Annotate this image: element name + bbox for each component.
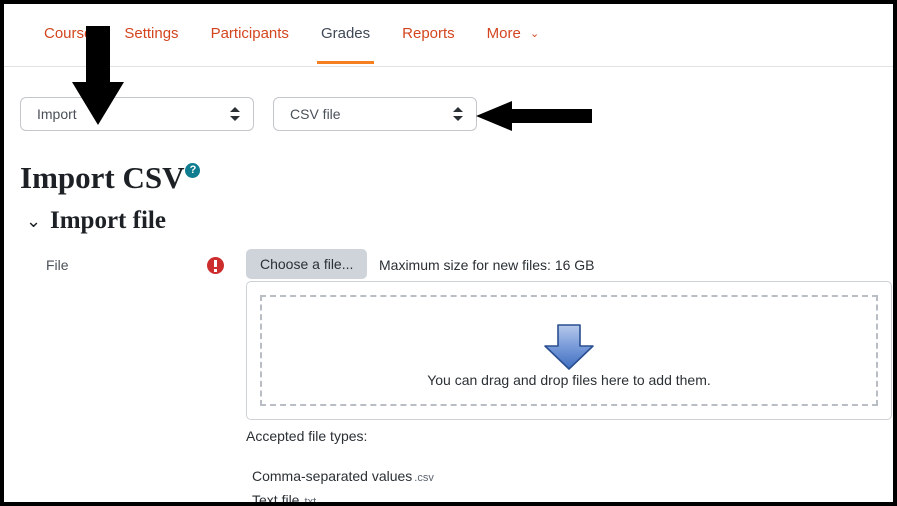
- import-method-select[interactable]: CSV file: [273, 97, 477, 131]
- file-field-label: File: [46, 257, 69, 273]
- help-icon[interactable]: ?: [185, 163, 201, 178]
- import-method-select-value: CSV file: [290, 106, 341, 122]
- accepted-file-types-heading: Accepted file types:: [246, 428, 368, 444]
- page-title-text: Import CSV: [20, 160, 185, 195]
- file-drop-zone[interactable]: You can drag and drop files here to add …: [246, 281, 892, 420]
- page-title: Import CSV?: [20, 159, 201, 197]
- sort-updown-icon: [453, 106, 463, 122]
- choose-a-file-button[interactable]: Choose a file...: [246, 249, 368, 279]
- annotation-arrow-left: [474, 100, 594, 132]
- course-nav-bar: Course Settings Participants Grades Repo…: [4, 4, 893, 67]
- list-item: Text file .txt: [252, 489, 434, 506]
- file-type-name: Comma-separated values: [252, 468, 413, 484]
- tab-participants-label: Participants: [210, 25, 289, 42]
- required-field-icon: [207, 257, 224, 274]
- action-select-value: Import: [37, 106, 77, 122]
- section-header-import-file[interactable]: ⌄ Import file: [26, 206, 166, 236]
- tab-settings-label: Settings: [124, 25, 179, 42]
- tab-grades-label: Grades: [320, 25, 371, 42]
- sort-updown-icon: [230, 106, 240, 122]
- tab-more-label: More: [486, 25, 521, 42]
- selector-row: Import CSV file: [4, 67, 893, 149]
- file-type-extension: .csv: [414, 472, 434, 484]
- action-select[interactable]: Import: [20, 97, 254, 131]
- list-item: Comma-separated values .csv: [252, 465, 434, 489]
- file-type-extension: .txt: [301, 496, 317, 506]
- drop-zone-message: You can drag and drop files here to add …: [427, 372, 711, 388]
- accepted-file-types-list: Comma-separated values .csv Text file .txt: [252, 465, 434, 506]
- section-title: Import file: [50, 207, 166, 234]
- moodle-page: Course Settings Participants Grades Repo…: [4, 4, 893, 502]
- tab-reports-label: Reports: [402, 25, 455, 42]
- chevron-down-icon: ⌄: [26, 211, 42, 231]
- annotation-arrow-down: [70, 22, 126, 128]
- screenshot-frame: Course Settings Participants Grades Repo…: [0, 0, 897, 506]
- download-arrow-icon: [543, 323, 595, 371]
- help-icon-glyph: ?: [189, 164, 197, 176]
- tab-more[interactable]: More ⌄: [471, 20, 556, 65]
- max-upload-size-text: Maximum size for new files: 16 GB: [379, 257, 595, 273]
- tab-grades[interactable]: Grades: [305, 20, 386, 64]
- file-type-name: Text file: [252, 492, 300, 506]
- tab-reports[interactable]: Reports: [386, 20, 471, 64]
- chevron-down-icon: ⌄: [530, 28, 540, 40]
- file-drop-zone-dashed-border: You can drag and drop files here to add …: [260, 295, 878, 406]
- tab-participants[interactable]: Participants: [195, 20, 305, 64]
